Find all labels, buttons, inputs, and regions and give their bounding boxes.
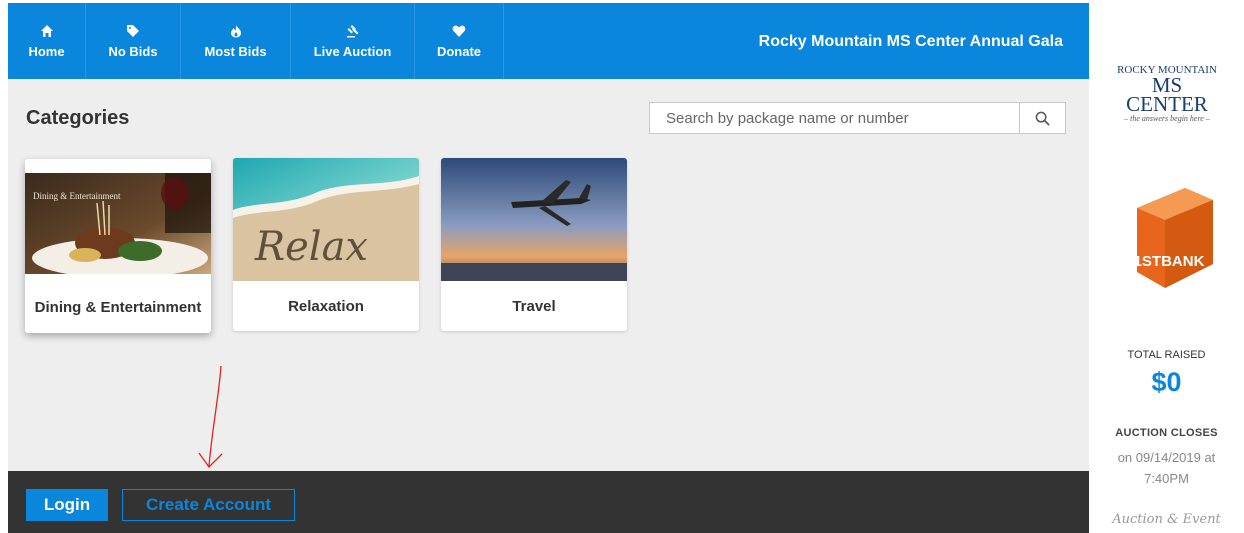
login-button[interactable]: Login bbox=[26, 489, 108, 521]
dining-image-caption: Dining & Entertainment bbox=[33, 191, 121, 201]
auction-closes-label: AUCTION CLOSES bbox=[1115, 427, 1218, 439]
sidebar: ROCKY MOUNTAIN MS CENTER – the answers b… bbox=[1089, 0, 1244, 533]
logo-line-2: MS CENTER bbox=[1126, 73, 1208, 116]
category-card-relaxation[interactable]: Relax Relaxation bbox=[233, 158, 419, 331]
nav-label-no-bids: No Bids bbox=[108, 43, 158, 59]
nav-label-home: Home bbox=[28, 43, 65, 59]
tag-icon bbox=[127, 24, 139, 37]
total-raised-label: TOTAL RAISED bbox=[1127, 349, 1206, 361]
nav-item-live-auction[interactable]: Live Auction bbox=[291, 3, 415, 79]
nav-item-no-bids[interactable]: No Bids bbox=[86, 3, 181, 79]
total-raised-value: $0 bbox=[1151, 367, 1182, 397]
flame-icon bbox=[230, 24, 241, 37]
category-label-dining: Dining & Entertainment bbox=[34, 299, 202, 316]
relax-image: Relax bbox=[233, 158, 419, 281]
create-account-button[interactable]: Create Account bbox=[122, 489, 295, 521]
top-nav: Home No Bids Most Bids Live Auction Dona… bbox=[8, 3, 1089, 79]
heart-icon bbox=[452, 25, 466, 37]
dining-image: Dining & Entertainment bbox=[25, 173, 211, 274]
app-window: Home No Bids Most Bids Live Auction Dona… bbox=[0, 0, 1244, 533]
bank-logo-text: 1STBANK bbox=[1134, 253, 1205, 270]
search-box bbox=[649, 102, 1066, 134]
nav-item-most-bids[interactable]: Most Bids bbox=[181, 3, 291, 79]
auction-closes-date: on 09/14/2019 at 7:40PM bbox=[1117, 450, 1216, 486]
search-input[interactable] bbox=[650, 103, 1019, 133]
nav-item-home[interactable]: Home bbox=[8, 3, 86, 79]
firstbank-logo: 1STBANK bbox=[1134, 188, 1213, 288]
bottom-bar: Login Create Account bbox=[8, 471, 1089, 533]
relax-image-text: Relax bbox=[254, 224, 368, 270]
search-icon bbox=[1035, 111, 1050, 125]
nav-label-live-auction: Live Auction bbox=[313, 43, 392, 59]
logo-line-3: – the answers begin here – bbox=[1124, 114, 1210, 123]
category-label-relaxation: Relaxation bbox=[288, 298, 364, 315]
main-content: Home No Bids Most Bids Live Auction Dona… bbox=[8, 3, 1089, 533]
nav-label-most-bids: Most Bids bbox=[204, 43, 267, 59]
nav-item-donate[interactable]: Donate bbox=[415, 3, 504, 79]
category-card-dining[interactable]: Dining & Entertainment Dining & Entertai… bbox=[25, 159, 211, 333]
page-title: Categories bbox=[26, 107, 130, 129]
nav-label-donate: Donate bbox=[436, 43, 482, 59]
auction-event-logo: Auction & Event bbox=[1112, 512, 1221, 527]
travel-image bbox=[441, 158, 627, 281]
event-title: Rocky Mountain MS Center Annual Gala bbox=[758, 33, 1063, 50]
rocky-mountain-ms-logo: ROCKY MOUNTAIN MS CENTER – the answers b… bbox=[1111, 64, 1223, 123]
gavel-icon bbox=[346, 24, 358, 37]
home-icon bbox=[40, 24, 53, 37]
search-button[interactable] bbox=[1019, 103, 1065, 133]
category-label-travel: Travel bbox=[512, 298, 556, 315]
category-card-travel[interactable]: Travel bbox=[441, 158, 627, 331]
